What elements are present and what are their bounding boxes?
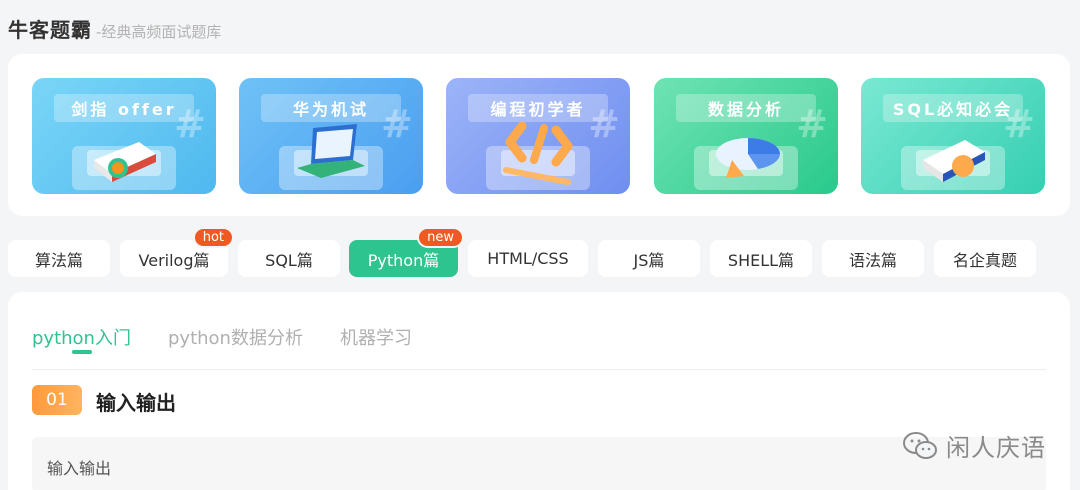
category-sql[interactable]: SQL篇 bbox=[238, 240, 340, 277]
category-html-css[interactable]: HTML/CSS bbox=[468, 240, 588, 277]
list-item[interactable]: 输入输出 bbox=[32, 437, 1046, 490]
subtab-python-intro[interactable]: python入门 bbox=[32, 324, 131, 350]
book-icon bbox=[94, 142, 156, 182]
page-header: 牛客题霸 -经典高频面试题库 bbox=[8, 14, 221, 43]
sql-book-icon bbox=[923, 140, 985, 182]
hot-badge: hot bbox=[192, 227, 234, 248]
category-company-exams[interactable]: 名企真题 bbox=[934, 240, 1036, 277]
category-shell[interactable]: SHELL篇 bbox=[710, 240, 812, 277]
hash-decoration-icon: # bbox=[174, 102, 206, 146]
hash-decoration-icon: # bbox=[381, 102, 413, 146]
subtab-python-data-analysis[interactable]: python数据分析 bbox=[168, 324, 303, 350]
hash-decoration-icon: # bbox=[1003, 102, 1035, 146]
category-algorithm[interactable]: 算法篇 bbox=[8, 240, 110, 277]
subtab-machine-learning[interactable]: 机器学习 bbox=[340, 324, 412, 350]
category-js[interactable]: JS篇 bbox=[598, 240, 700, 277]
category-label: 语法篇 bbox=[848, 250, 897, 270]
wechat-icon bbox=[903, 431, 937, 459]
featured-banner: 剑指 offer # 华为机试 # 编程初学者 # 数据分析 # SQL必知必会… bbox=[8, 54, 1070, 216]
new-badge: new bbox=[417, 227, 464, 248]
brand-tagline: -经典高频面试题库 bbox=[96, 23, 222, 41]
section-title: 输入输出 bbox=[96, 391, 176, 415]
hash-decoration-icon: # bbox=[588, 102, 620, 146]
watermark: 闲人庆语 bbox=[902, 428, 1046, 463]
category-label: JS篇 bbox=[633, 250, 665, 270]
category-verilog[interactable]: Verilog篇 hot bbox=[120, 227, 234, 277]
category-label: HTML/CSS bbox=[487, 249, 569, 268]
brand-title: 牛客题霸 bbox=[8, 18, 92, 42]
banner-sql[interactable]: SQL必知必会 # bbox=[861, 78, 1045, 194]
category-label: SQL篇 bbox=[265, 250, 313, 270]
category-label: Python篇 bbox=[367, 250, 440, 270]
banner-sword-offer[interactable]: 剑指 offer # bbox=[32, 78, 216, 194]
pie-chart-icon bbox=[716, 138, 780, 178]
category-label: 算法篇 bbox=[34, 250, 83, 270]
category-python[interactable]: Python篇 new bbox=[349, 227, 464, 277]
list-item-label: 输入输出 bbox=[47, 459, 112, 478]
hash-decoration-icon: # bbox=[796, 102, 828, 146]
banner-data-analysis[interactable]: 数据分析 # bbox=[654, 78, 838, 194]
section-number-badge: 01 bbox=[32, 385, 82, 415]
code-brackets-icon bbox=[503, 121, 573, 185]
category-label: 名企真题 bbox=[952, 250, 1017, 270]
watermark-text: 闲人庆语 bbox=[946, 434, 1046, 462]
active-tab-indicator bbox=[72, 350, 92, 354]
laptop-test-icon bbox=[297, 124, 365, 178]
category-label: SHELL篇 bbox=[727, 250, 795, 270]
banner-beginner[interactable]: 编程初学者 # bbox=[446, 78, 630, 194]
category-label: Verilog篇 bbox=[138, 250, 210, 270]
banner-huawei-test[interactable]: 华为机试 # bbox=[239, 78, 423, 194]
divider bbox=[32, 369, 1046, 370]
category-syntax[interactable]: 语法篇 bbox=[822, 240, 924, 277]
